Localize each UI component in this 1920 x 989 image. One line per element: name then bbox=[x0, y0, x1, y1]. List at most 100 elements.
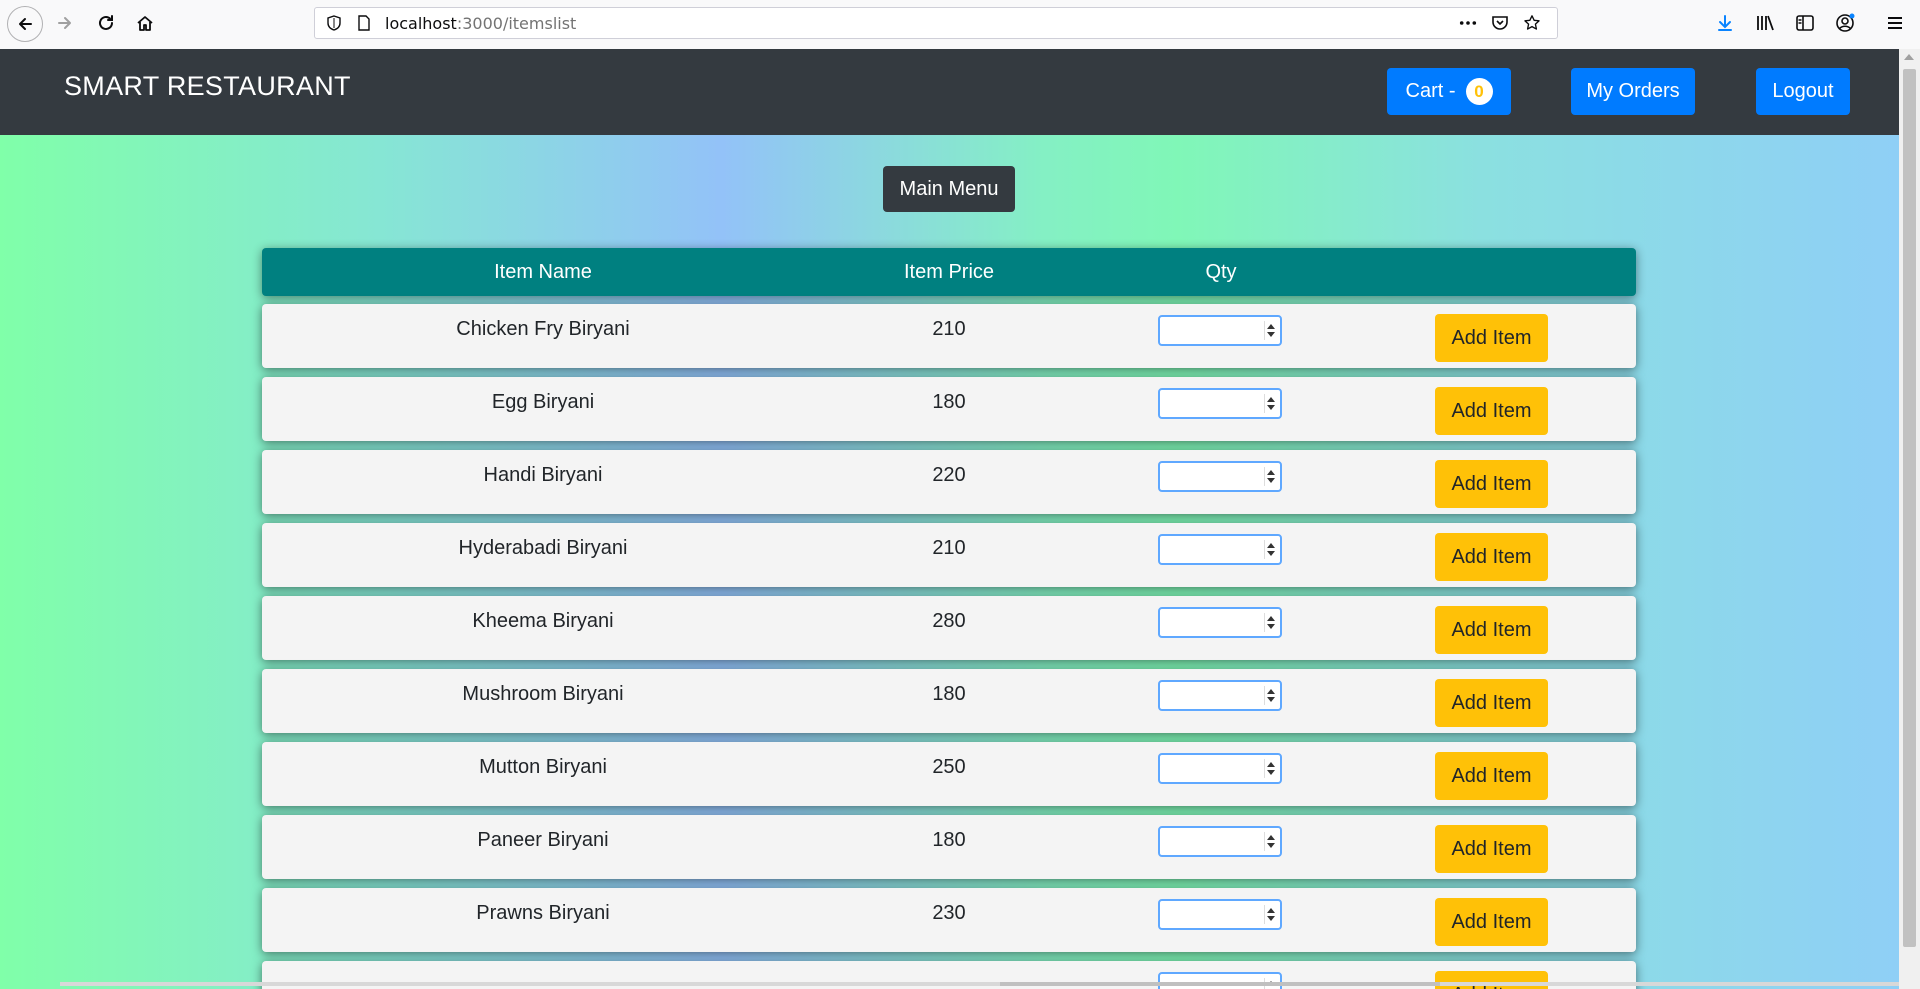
url-bar[interactable]: localhost:3000/itemslist bbox=[314, 7, 1558, 39]
download-icon bbox=[1718, 15, 1732, 31]
table-row: Mushroom Biryani 180 Add Item bbox=[262, 669, 1636, 733]
cart-button[interactable]: Cart - 0 bbox=[1387, 68, 1511, 115]
downloads-button[interactable] bbox=[1710, 8, 1740, 38]
item-price: 210 bbox=[932, 537, 966, 559]
header-item-name: Item Name bbox=[494, 261, 592, 283]
back-button[interactable] bbox=[7, 6, 43, 42]
horizontal-scrollbar-thumb[interactable] bbox=[1000, 982, 1440, 986]
url-path: :3000/itemslist bbox=[456, 14, 577, 33]
qty-spinner-icon[interactable] bbox=[1264, 394, 1277, 413]
browser-toolbar: localhost:3000/itemslist bbox=[0, 0, 1920, 50]
qty-spinner-icon[interactable] bbox=[1264, 540, 1277, 559]
qty-spinner-icon[interactable] bbox=[1264, 613, 1277, 632]
url-text[interactable]: localhost:3000/itemslist bbox=[385, 14, 576, 33]
horizontal-scrollbar-track bbox=[60, 982, 1899, 986]
table-row: Egg Biryani 180 Add Item bbox=[262, 377, 1636, 441]
header-item-price: Item Price bbox=[903, 261, 995, 283]
qty-input[interactable] bbox=[1158, 753, 1282, 784]
page-icon bbox=[355, 14, 373, 32]
add-item-button[interactable]: Add Item bbox=[1435, 971, 1548, 989]
home-icon bbox=[137, 16, 153, 31]
library-button[interactable] bbox=[1750, 8, 1780, 38]
shield-icon[interactable] bbox=[325, 14, 343, 32]
qty-input[interactable] bbox=[1158, 972, 1282, 989]
account-button[interactable] bbox=[1830, 8, 1860, 38]
hamburger-menu-icon bbox=[1888, 17, 1902, 29]
table-header: Item Name Item Price Qty bbox=[262, 248, 1636, 296]
pocket-icon[interactable] bbox=[1491, 14, 1509, 32]
item-name: Hyderabadi Biryani bbox=[458, 537, 628, 559]
url-host: localhost bbox=[385, 14, 457, 33]
forward-button[interactable] bbox=[48, 6, 82, 40]
item-name: Chicken Fry Biryani bbox=[456, 318, 630, 340]
item-name: Egg Biryani bbox=[491, 391, 595, 413]
qty-input[interactable] bbox=[1158, 899, 1282, 930]
library-icon bbox=[1757, 15, 1774, 31]
item-name: Mutton Biryani bbox=[479, 756, 607, 778]
table-row: Chicken Fry Biryani 210 Add Item bbox=[262, 304, 1636, 368]
logout-button[interactable]: Logout bbox=[1756, 68, 1850, 115]
item-price: 280 bbox=[932, 610, 966, 632]
navbar: SMART RESTAURANT Cart - 0 My Orders Logo… bbox=[0, 49, 1899, 135]
sidebar-button[interactable] bbox=[1790, 8, 1820, 38]
qty-spinner-icon[interactable] bbox=[1264, 905, 1277, 924]
item-price: 180 bbox=[932, 829, 966, 851]
add-item-button[interactable]: Add Item bbox=[1435, 898, 1548, 946]
table-row: Paneer Biryani 180 Add Item bbox=[262, 815, 1636, 879]
table-row: Prawns Biryani 230 Add Item bbox=[262, 888, 1636, 952]
scroll-up-arrow[interactable] bbox=[1904, 54, 1914, 60]
add-item-button[interactable]: Add Item bbox=[1435, 387, 1548, 435]
qty-input[interactable] bbox=[1158, 388, 1282, 419]
qty-spinner-icon[interactable] bbox=[1264, 832, 1277, 851]
table-row: Mutton Biryani 250 Add Item bbox=[262, 742, 1636, 806]
item-name: Prawns Biryani bbox=[476, 902, 610, 924]
add-item-button[interactable]: Add Item bbox=[1435, 533, 1548, 581]
add-item-button[interactable]: Add Item bbox=[1435, 314, 1548, 362]
bookmark-star-icon[interactable] bbox=[1523, 14, 1541, 32]
sidebar-icon bbox=[1796, 15, 1814, 31]
item-price: 250 bbox=[932, 756, 966, 778]
header-qty: Qty bbox=[1205, 261, 1237, 283]
qty-spinner-icon[interactable] bbox=[1264, 321, 1277, 340]
qty-input[interactable] bbox=[1158, 680, 1282, 711]
qty-input[interactable] bbox=[1158, 534, 1282, 565]
add-item-button[interactable]: Add Item bbox=[1435, 752, 1548, 800]
table-row: Handi Biryani 220 Add Item bbox=[262, 450, 1636, 514]
my-orders-button[interactable]: My Orders bbox=[1571, 68, 1695, 115]
reload-icon bbox=[99, 15, 113, 30]
cart-label: Cart - bbox=[1405, 80, 1456, 102]
page-viewport: SMART RESTAURANT Cart - 0 My Orders Logo… bbox=[0, 49, 1899, 989]
qty-spinner-icon[interactable] bbox=[1264, 759, 1277, 778]
brand-title[interactable]: SMART RESTAURANT bbox=[64, 71, 351, 102]
more-actions-icon[interactable] bbox=[1459, 14, 1477, 32]
qty-input[interactable] bbox=[1158, 315, 1282, 346]
main-menu-button[interactable]: Main Menu bbox=[883, 166, 1015, 212]
home-button[interactable] bbox=[128, 6, 162, 40]
item-name: Mushroom Biryani bbox=[462, 683, 624, 705]
table-row: Kheema Biryani 280 Add Item bbox=[262, 596, 1636, 660]
item-name: Paneer Biryani bbox=[477, 829, 609, 851]
add-item-button[interactable]: Add Item bbox=[1435, 460, 1548, 508]
qty-input[interactable] bbox=[1158, 607, 1282, 638]
vertical-scrollbar[interactable] bbox=[1899, 49, 1920, 989]
arrow-left-icon bbox=[19, 18, 32, 30]
item-price: 210 bbox=[932, 318, 966, 340]
menu-button[interactable] bbox=[1880, 8, 1910, 38]
item-price: 230 bbox=[932, 902, 966, 924]
qty-input[interactable] bbox=[1158, 826, 1282, 857]
scrollbar-thumb[interactable] bbox=[1903, 69, 1916, 947]
item-price: 180 bbox=[932, 683, 966, 705]
item-name: Handi Biryani bbox=[483, 464, 603, 486]
item-price: 180 bbox=[932, 391, 966, 413]
item-price: 220 bbox=[932, 464, 966, 486]
account-icon bbox=[1836, 13, 1855, 32]
item-name: Kheema Biryani bbox=[472, 610, 614, 632]
qty-spinner-icon[interactable] bbox=[1264, 467, 1277, 486]
qty-input[interactable] bbox=[1158, 461, 1282, 492]
add-item-button[interactable]: Add Item bbox=[1435, 679, 1548, 727]
table-row: Hyderabadi Biryani 210 Add Item bbox=[262, 523, 1636, 587]
qty-spinner-icon[interactable] bbox=[1264, 686, 1277, 705]
reload-button[interactable] bbox=[89, 6, 123, 40]
add-item-button[interactable]: Add Item bbox=[1435, 825, 1548, 873]
add-item-button[interactable]: Add Item bbox=[1435, 606, 1548, 654]
